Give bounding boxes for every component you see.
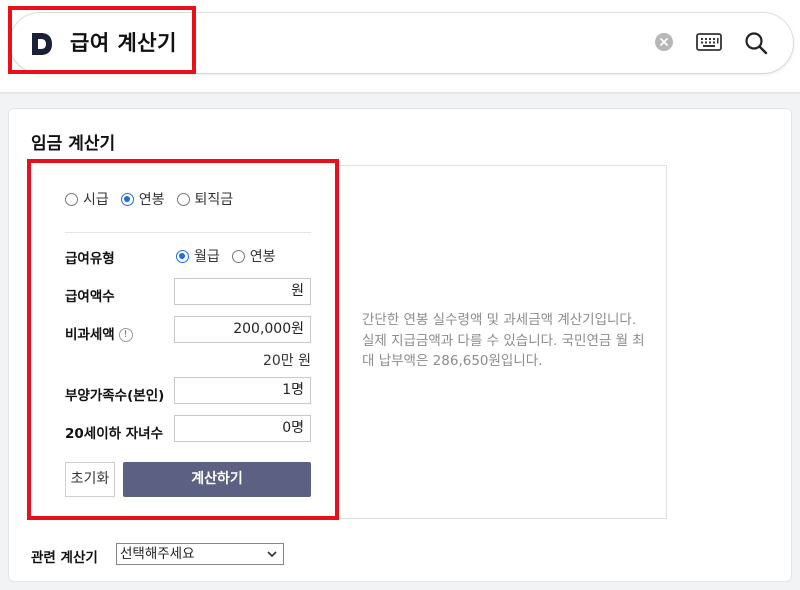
non-taxable-input[interactable]: 200,000원 <box>174 316 311 343</box>
wage-calculator-card: 임금 계산기 간단한 연봉 실수령액 및 과세금액 계산기입니다. 실제 지급금… <box>8 108 792 582</box>
radio-button[interactable] <box>176 192 190 206</box>
chevron-down-icon <box>267 551 277 558</box>
calculator-title: 임금 계산기 <box>31 134 116 154</box>
info-icon[interactable]: ! <box>118 328 133 342</box>
related-calculators-label: 관련 계산기 <box>31 550 98 566</box>
children-input[interactable]: 0명 <box>174 415 311 442</box>
daum-logo-icon <box>32 33 52 55</box>
radio-button[interactable] <box>65 192 78 206</box>
radio-label: 월급 <box>194 249 220 265</box>
mode-radio-severance[interactable]: 퇴직금 <box>176 189 234 209</box>
calculate-button[interactable]: 계산하기 <box>123 462 311 497</box>
result-description: 간단한 연봉 실수령액 및 과세금액 계산기입니다. 실제 지급금액과 다를 수… <box>362 312 645 369</box>
non-taxable-hint: 20만 원 <box>262 353 311 369</box>
form-divider <box>65 232 311 233</box>
radio-button[interactable] <box>231 249 245 263</box>
dependents-label: 부양가족수(본인) <box>65 388 165 404</box>
radio-button-checked[interactable] <box>120 192 134 206</box>
radio-label: 시급 <box>83 192 109 208</box>
search-query-text[interactable]: 급여 계산기 <box>70 27 177 57</box>
mode-radio-annual[interactable]: 연봉 <box>120 189 165 209</box>
keyboard-icon[interactable] <box>696 32 722 52</box>
pay-amount-label: 급여액수 <box>65 289 115 305</box>
pay-type-radio-group: 월급 연봉 <box>176 246 288 266</box>
reset-button[interactable]: 초기화 <box>65 462 115 497</box>
radio-label: 퇴직금 <box>194 192 234 208</box>
pay-type-radio-annual[interactable]: 연봉 <box>231 246 276 266</box>
children-label: 20세이하 자녀수 <box>65 426 164 442</box>
radio-button-checked[interactable] <box>176 249 189 263</box>
result-panel: 간단한 연봉 실수령액 및 과세금액 계산기입니다. 실제 지급금액과 다를 수… <box>329 165 667 519</box>
calculator-form: 시급 연봉 퇴직금 급여유형 월급 연봉 급여액수 원 비과세액 ! 200,0… <box>27 159 339 520</box>
clear-circle-icon[interactable] <box>655 33 673 51</box>
pay-amount-input[interactable]: 원 <box>174 278 311 305</box>
pay-type-radio-monthly[interactable]: 월급 <box>176 246 220 266</box>
pay-type-label: 급여유형 <box>65 251 115 267</box>
mode-radio-group: 시급 연봉 퇴직금 <box>65 189 245 209</box>
mode-radio-hourly[interactable]: 시급 <box>65 189 109 209</box>
dependents-input[interactable]: 1명 <box>174 377 311 404</box>
radio-label: 연봉 <box>138 192 165 208</box>
header-divider <box>0 92 800 94</box>
select-value: 선택해주세요 <box>120 546 195 562</box>
non-taxable-label-text: 비과세액 <box>65 327 115 343</box>
non-taxable-label: 비과세액! <box>65 323 133 343</box>
radio-label: 연봉 <box>249 249 276 265</box>
search-header: 급여 계산기 <box>0 0 800 92</box>
search-icon[interactable] <box>744 31 768 55</box>
related-calculators-select[interactable]: 선택해주세요 <box>116 543 284 565</box>
